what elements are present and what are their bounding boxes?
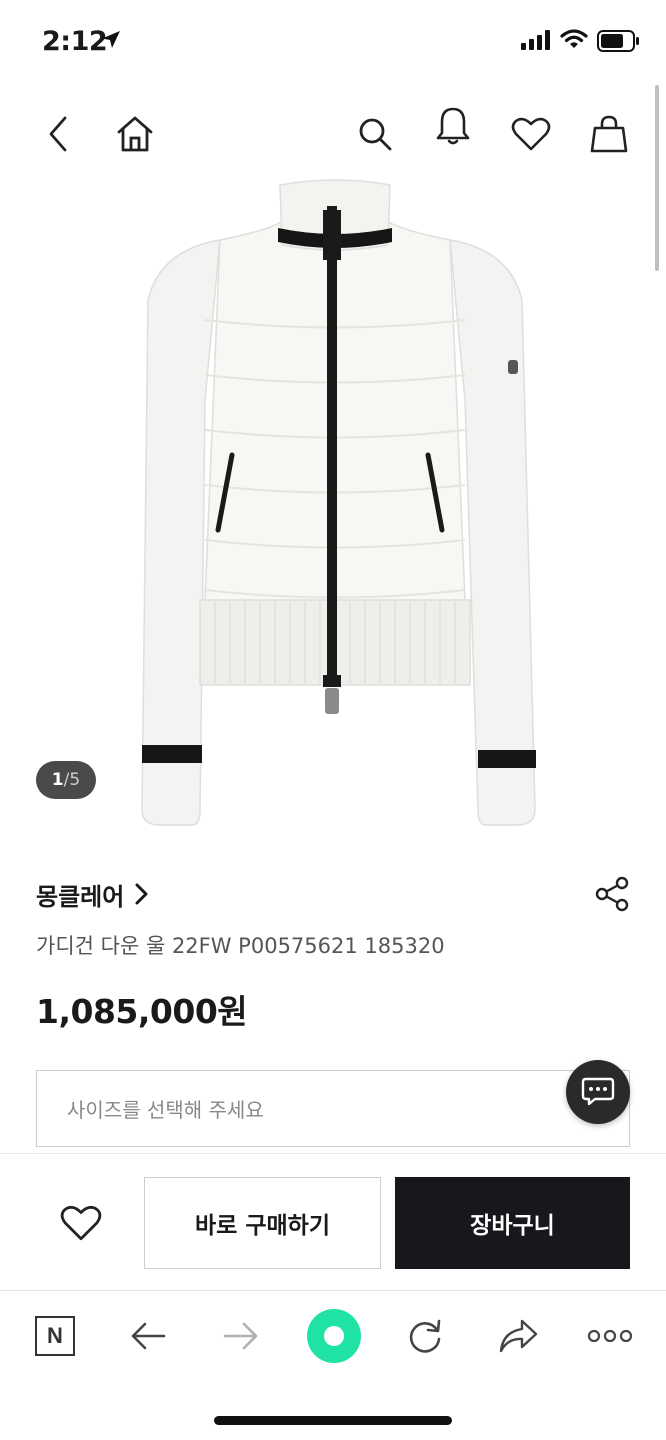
- notification-button[interactable]: [431, 104, 475, 148]
- share-button[interactable]: [590, 872, 634, 916]
- chat-button[interactable]: [566, 1060, 630, 1124]
- share-arrow-icon: [499, 1319, 538, 1353]
- battery-icon: [597, 30, 641, 56]
- bell-icon: [436, 107, 470, 145]
- browser-back-button[interactable]: [124, 1312, 172, 1360]
- home-button[interactable]: [113, 112, 157, 156]
- image-counter-current: 1: [51, 770, 64, 790]
- reload-button[interactable]: [401, 1312, 449, 1360]
- back-icon: [49, 116, 67, 152]
- wifi-icon: [560, 28, 588, 54]
- green-circle-button[interactable]: [307, 1309, 361, 1363]
- buy-now-button[interactable]: 바로 구매하기: [144, 1177, 381, 1269]
- product-name: 가디건 다운 울 22FW P00575621 185320: [36, 934, 445, 958]
- wishlist-button[interactable]: [509, 112, 553, 156]
- search-icon: [359, 118, 392, 151]
- browser-share-button[interactable]: [494, 1312, 542, 1360]
- size-select[interactable]: 사이즈를 선택해 주세요: [36, 1070, 630, 1147]
- cart-icon-button[interactable]: [587, 112, 631, 156]
- home-indicator[interactable]: [214, 1416, 452, 1425]
- more-icon: [587, 1329, 633, 1343]
- forward-arrow-icon: [223, 1322, 258, 1350]
- more-button[interactable]: [586, 1312, 634, 1360]
- back-arrow-icon: [131, 1322, 166, 1350]
- chat-bubble-icon: [581, 1077, 615, 1106]
- home-icon: [117, 116, 153, 152]
- product-image[interactable]: [120, 170, 550, 835]
- wishlist-toggle-button[interactable]: [58, 1200, 104, 1246]
- add-to-cart-button[interactable]: 장바구니: [395, 1177, 630, 1269]
- back-button[interactable]: [36, 112, 80, 156]
- green-circle-icon: [324, 1326, 344, 1346]
- status-time: 2:12: [42, 26, 108, 57]
- heart-icon: [60, 1205, 102, 1241]
- cellular-signal-icon: [521, 30, 553, 54]
- naver-home-button[interactable]: N: [35, 1316, 75, 1356]
- scrollbar[interactable]: [655, 85, 659, 271]
- heart-icon: [511, 117, 551, 151]
- reload-icon: [409, 1319, 441, 1353]
- brand-name: 몽클레어: [36, 882, 125, 911]
- image-counter-badge: 1 / 5: [36, 761, 96, 799]
- status-bar: 2:12: [0, 0, 666, 84]
- browser-forward-button[interactable]: [217, 1312, 265, 1360]
- size-select-placeholder: 사이즈를 선택해 주세요: [67, 1098, 264, 1122]
- search-button[interactable]: [353, 112, 397, 156]
- product-price: 1,085,000원: [36, 992, 248, 1031]
- image-counter-total: 5: [69, 770, 81, 790]
- brand-link[interactable]: 몽클레어: [36, 876, 150, 912]
- location-arrow-icon: [100, 29, 122, 55]
- share-icon: [595, 876, 629, 912]
- shopping-bag-icon: [590, 115, 628, 153]
- chevron-right-icon: [135, 883, 148, 905]
